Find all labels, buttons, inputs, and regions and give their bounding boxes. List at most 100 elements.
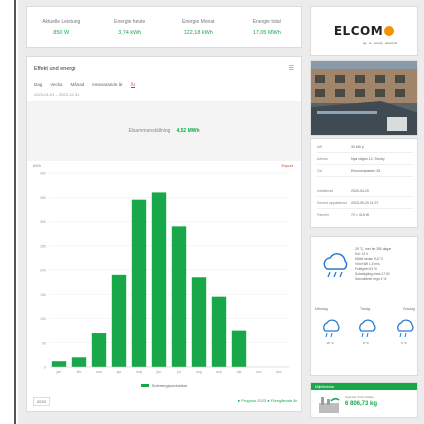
bar	[51, 361, 67, 367]
bar-chart-svg: kWh Export 0 50 100 150 200 250 300 350 400 jan feb m…	[33, 163, 294, 374]
y-unit-label: kWh	[33, 163, 41, 168]
stat-label: Energie heute	[114, 18, 146, 25]
forecast-day: Onsdag	[402, 307, 415, 311]
legend-label: Solenergiproduktion	[151, 383, 188, 388]
savings-value: 6 806,73 kg	[345, 401, 378, 407]
weather-line: Sannolikhet regn 4 %	[355, 277, 387, 281]
forecast-days: Måndag Tisdag Onsdag	[315, 307, 415, 311]
x-tick-label: feb	[77, 370, 82, 374]
building-photo	[311, 61, 417, 135]
savings-label: Sparade CO2-utsläpp	[345, 395, 375, 399]
y-tick-label: 150	[40, 293, 46, 297]
weather-details: 25 °C, mer än 280 dagar Sol: 12 h Mörkt …	[355, 247, 391, 282]
info-value: 2023-09-20 11:37	[351, 201, 379, 205]
menu-icon[interactable]: ☰	[289, 65, 294, 72]
stat-energy-total: Energie total 17,05 MWh	[233, 7, 302, 47]
bar	[71, 357, 87, 367]
tab-current-year[interactable]: Innevarande år	[92, 82, 122, 88]
export-link: Export	[281, 163, 293, 168]
y-tick-label: 400	[40, 172, 46, 176]
tab-week[interactable]: Vecka	[50, 82, 62, 88]
info-key: Paneler	[317, 213, 330, 217]
legend-swatch	[140, 384, 149, 388]
date-range: 2023-01-01 – 2023-12-31	[34, 92, 80, 97]
x-tick-label: aug	[196, 370, 202, 374]
row-divider	[317, 164, 413, 165]
installation-info: kW 30 kW p Adress Nya vägen 12, Storby Ort…	[310, 138, 418, 228]
rain-cloud-icon	[323, 253, 348, 278]
info-key: kW	[317, 145, 323, 149]
bar	[171, 226, 187, 367]
card-header: Miljöfördelar	[311, 383, 417, 390]
energy-chart-card: Effekt und energi ☰ Dag Vecka Månad Inne…	[26, 56, 302, 412]
bar	[131, 199, 147, 367]
production-label: Elsammanställning	[128, 128, 171, 134]
bar	[191, 277, 207, 367]
rain-cloud-icon	[397, 319, 414, 338]
stat-value: 850 W	[53, 29, 70, 36]
installation-photo	[310, 60, 418, 136]
stat-energy-today: Energie heute 3,74 kWh	[96, 7, 165, 47]
info-key: Ort	[317, 169, 322, 173]
compare-link[interactable]: ● Prognos 2023 ● Föregående år	[238, 398, 297, 403]
bar	[211, 296, 227, 367]
y-tick-label: 200	[40, 269, 46, 273]
x-tick-label: jul	[176, 370, 181, 374]
x-tick-label: maj	[136, 370, 142, 374]
dashboard: Aktuelle Leistung 850 W Energie heute 3,…	[0, 0, 424, 424]
row-divider	[317, 208, 413, 209]
sidebar	[0, 0, 18, 424]
bar	[151, 192, 167, 367]
row-divider	[317, 152, 413, 153]
x-tick-label: dec	[276, 370, 282, 374]
logo-mark-icon	[384, 26, 395, 36]
bar	[231, 330, 247, 367]
x-tick-label: apr	[116, 370, 122, 374]
logo-text: ELCOM	[333, 24, 384, 38]
tab-year[interactable]: År	[130, 82, 136, 88]
forecast-temp: 8 °C	[363, 341, 369, 345]
stats-bar: Aktuelle Leistung 850 W Energie heute 3,…	[26, 6, 302, 48]
forecast-day: Måndag	[315, 307, 328, 311]
x-tick-label: mar	[96, 370, 103, 374]
info-value: 72 × 415 W	[351, 213, 369, 217]
tab-day[interactable]: Dag	[34, 82, 42, 88]
chart-legend[interactable]: Solenergiproduktion	[27, 383, 301, 388]
forecast-day: Tisdag	[360, 307, 371, 311]
logo-subtitle: ag · el · energi · elkontroll	[363, 41, 398, 45]
x-tick-label: okt	[237, 370, 242, 374]
x-tick-label: nov	[256, 370, 262, 374]
stat-label: Energie Monat	[181, 18, 215, 25]
chart-footer: 2023 ● Prognos 2023 ● Föregående år	[33, 395, 297, 407]
production-summary: Elsammanställning 4,52 MWh	[27, 101, 301, 161]
rain-cloud-icon	[359, 319, 376, 338]
environment-card: Miljöfördelar Sparade CO2-utsläpp 6 806,…	[310, 382, 418, 418]
bar-chart: kWh Export 0 50 100 150 200 250 300 350 400 jan feb m…	[27, 161, 301, 389]
tab-month[interactable]: Månad	[71, 82, 85, 88]
bar	[91, 333, 107, 367]
y-tick-label: 250	[40, 244, 46, 248]
y-tick-label: 350	[40, 196, 46, 200]
production-value: 4,52 MWh	[176, 128, 200, 134]
row-divider	[317, 176, 413, 177]
year-button[interactable]: 2023	[33, 397, 50, 406]
info-key: Installerad	[317, 189, 334, 193]
x-tick-label: jun	[156, 370, 162, 374]
row-divider	[317, 196, 413, 197]
stat-value: 17,05 MWh	[252, 29, 281, 36]
stat-label: Aktuelle Leistung	[42, 18, 81, 25]
stat-value: 3,74 kWh	[118, 29, 142, 36]
stat-current-power: Aktuelle Leistung 850 W	[27, 7, 96, 47]
stat-value: 122,18 kWh	[183, 29, 213, 36]
info-value: 2020-04-20	[351, 189, 369, 193]
y-tick-label: 50	[42, 341, 46, 345]
card-title: Effekt und energi	[34, 66, 76, 72]
x-tick-label: sep	[216, 370, 222, 374]
weather-widget: 25 °C, mer än 280 dagar Sol: 12 h Mörkt …	[310, 236, 418, 376]
bar	[111, 274, 127, 367]
info-value: Nya vägen 12, Storby	[351, 157, 385, 161]
stat-energy-month: Energie Monat 122,18 kWh	[164, 7, 233, 47]
company-logo: ELCOM ag · el · energi · elkontroll	[310, 6, 418, 56]
forecast-temp: 5 °C	[401, 341, 407, 345]
sidebar-divider	[14, 0, 16, 424]
